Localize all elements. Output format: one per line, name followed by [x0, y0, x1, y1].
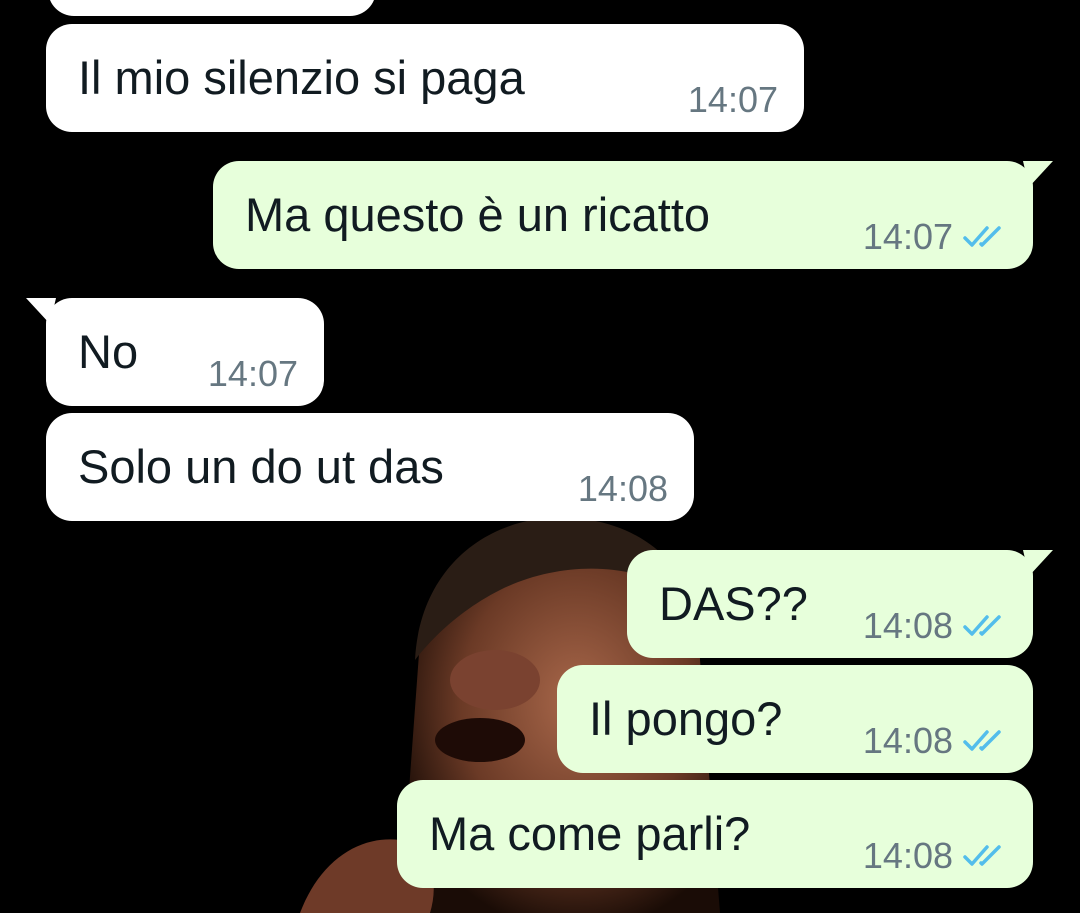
message-time: 14:08 — [577, 468, 668, 509]
message-bubble-incoming[interactable]: Il mio silenzio si paga 14:07 — [46, 24, 804, 132]
message-meta: 14:08 — [578, 469, 668, 509]
message-text: Il pongo? — [589, 692, 783, 745]
message-time: 14:08 — [862, 605, 953, 646]
message-bubble-outgoing[interactable]: DAS?? 14:08 — [627, 550, 1053, 658]
message-bubble-outgoing[interactable]: Ma questo è un ricatto 14:07 — [213, 161, 1053, 269]
message-time: 14:07 — [687, 79, 778, 120]
double-check-icon — [963, 615, 1001, 636]
message-text: Ma questo è un ricatto — [245, 188, 711, 241]
message-time: 14:08 — [862, 720, 953, 761]
message-meta: 14:08 — [863, 606, 1007, 646]
message-meta: 14:07 — [208, 354, 298, 394]
message-text: Ma come parli? — [429, 807, 751, 860]
bubble-tail — [26, 298, 56, 324]
message-meta: 14:08 — [863, 721, 1007, 761]
message-time: 14:07 — [862, 216, 953, 257]
message-text: DAS?? — [659, 577, 808, 630]
message-text: Solo un do ut das — [78, 440, 444, 493]
message-bubble-outgoing[interactable]: Ma come parli? 14:08 — [397, 780, 1033, 888]
message-meta: 14:08 — [863, 836, 1007, 876]
message-bubble-incoming[interactable]: Solo un do ut das 14:08 — [46, 413, 694, 521]
message-meta: 14:07 — [688, 80, 778, 120]
message-text: No — [78, 325, 139, 378]
bubble-tail — [1023, 161, 1053, 187]
message-bubble-outgoing[interactable]: Il pongo? 14:08 — [557, 665, 1033, 773]
message-time: 14:07 — [207, 353, 298, 394]
message-meta: 14:07 — [863, 217, 1007, 257]
message-time: 14:08 — [862, 835, 953, 876]
bubble-tail — [1023, 550, 1053, 576]
double-check-icon — [963, 226, 1001, 247]
double-check-icon — [963, 845, 1001, 866]
message-bubble-incoming[interactable]: No 14:07 — [26, 298, 324, 406]
double-check-icon — [963, 730, 1001, 751]
message-text: Il mio silenzio si paga — [78, 51, 525, 104]
message-bubble-partial[interactable] — [48, 0, 376, 16]
